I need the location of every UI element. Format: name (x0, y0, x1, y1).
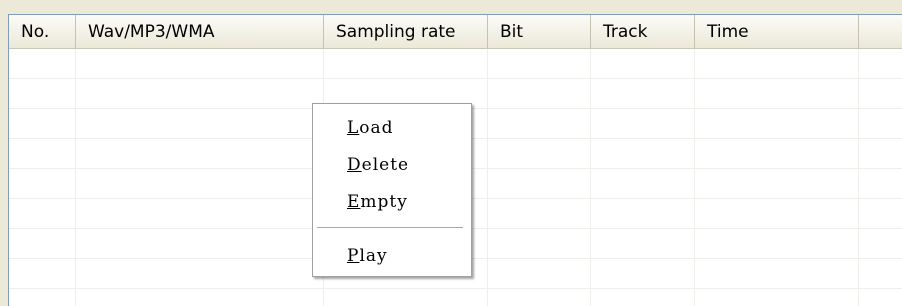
table-header: No. Wav/MP3/WMA Sampling rate Bit Track … (9, 15, 902, 49)
menu-item-empty[interactable]: Empty (347, 192, 408, 212)
column-divider (858, 49, 859, 306)
column-header-no[interactable]: No. (9, 15, 76, 48)
menu-separator (317, 227, 463, 231)
menu-item-load[interactable]: Load (347, 118, 394, 138)
row-divider (9, 288, 902, 289)
column-header-time[interactable]: Time (695, 15, 859, 48)
menu-item-label: oad (359, 118, 394, 138)
column-header-track[interactable]: Track (591, 15, 695, 48)
mnemonic: D (347, 155, 362, 175)
menu-item-label: mpty (360, 192, 408, 212)
mnemonic: P (347, 246, 360, 266)
menu-item-delete[interactable]: Delete (347, 155, 409, 175)
context-menu: Load Delete Empty Play (312, 103, 472, 277)
column-header-sampling-rate[interactable]: Sampling rate (324, 15, 488, 48)
column-divider (694, 49, 695, 306)
column-divider (75, 49, 76, 306)
column-divider (590, 49, 591, 306)
menu-item-play[interactable]: Play (347, 246, 388, 266)
mnemonic: L (347, 118, 360, 138)
mnemonic: E (347, 192, 361, 212)
column-header-bit[interactable]: Bit (488, 15, 591, 48)
column-header-file[interactable]: Wav/MP3/WMA (76, 15, 324, 48)
menu-item-label: lay (359, 246, 388, 266)
column-divider (487, 49, 488, 306)
row-divider (9, 78, 902, 79)
menu-item-label: elete (361, 155, 410, 175)
